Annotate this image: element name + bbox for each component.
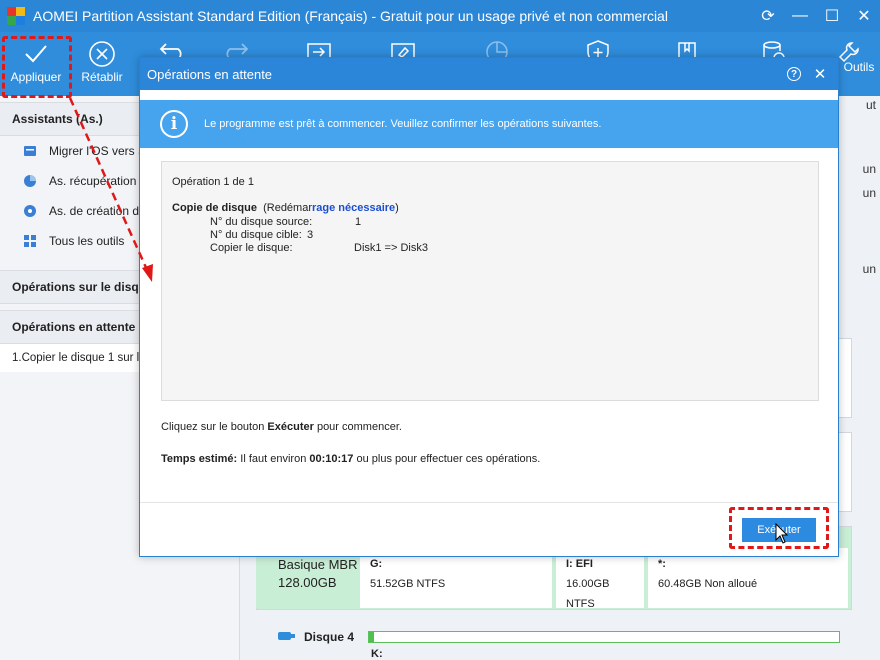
mouse-cursor-icon [775, 523, 789, 544]
annotation-arrow [68, 97, 153, 282]
